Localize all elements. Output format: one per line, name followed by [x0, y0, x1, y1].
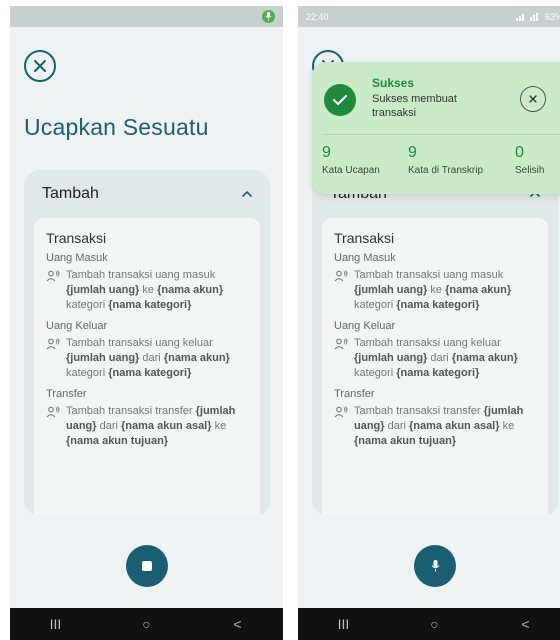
voice-command-example: Tambah transaksi transfer {jumlah uang} … [46, 404, 248, 449]
signal-icon [515, 12, 538, 21]
section-title: Transaksi [334, 230, 395, 246]
nav-home-button[interactable]: ○ [127, 616, 167, 632]
stat-label: Selisih [515, 165, 545, 176]
system-nav-bar: III ○ < [298, 608, 560, 640]
status-bar [10, 6, 283, 27]
command-list: Transaksi Uang Masuk Tambah transaksi uan… [34, 218, 260, 516]
nav-recents-button[interactable]: III [324, 616, 364, 632]
phone-screen-success: 22:40 63% Tambah Transaksi Uang MasukTam… [298, 6, 560, 640]
stat-value: 0 [515, 144, 524, 161]
command-group: Transfer Tambah transaksi transfer {jumla… [334, 388, 536, 449]
voice-command-text: Tambah transaksi uang keluar {jumlah uan… [354, 337, 518, 379]
command-group-label: Uang Keluar [46, 320, 108, 332]
voice-command-text: Tambah transaksi transfer {jumlah uang} … [354, 405, 524, 447]
system-nav-bar: III ○ < [10, 608, 283, 640]
command-group: Uang Masuk Tambah transaksi uang masuk {j… [46, 252, 248, 313]
page-title: Ucapkan Sesuatu [24, 114, 209, 140]
command-card: Tambah Transaksi Uang MasukTambah transa… [312, 170, 558, 516]
command-group-label: Uang Keluar [334, 320, 396, 332]
phone-screen-recording: Ucapkan Sesuatu Tambah Transaksi Uang Ma… [10, 6, 283, 640]
stat-transcript-words: 9 Kata di Transkrip [408, 144, 483, 176]
voice-command-example: Tambah transaksi uang keluar {jumlah uan… [46, 336, 248, 381]
stat-label: Kata di Transkrip [408, 165, 484, 176]
voice-command-example: Tambah transaksi uang masuk {jumlah uang… [46, 268, 248, 313]
stat-label: Kata Ucapan [322, 165, 380, 176]
mic-icon [431, 560, 439, 572]
voice-command-example: Tambah transaksi transfer {jumlah uang} … [334, 404, 536, 449]
voice-command-icon [334, 404, 348, 449]
voice-command-text: Tambah transaksi transfer {jumlah uang} … [66, 405, 236, 447]
close-icon [34, 60, 46, 72]
nav-back-button[interactable]: < [506, 616, 546, 632]
success-toast: Sukses Sukses membuat transaksi 9 Kata U… [312, 62, 560, 194]
command-group-label: Uang Masuk [334, 252, 396, 264]
voice-command-example: Tambah transaksi uang masuk {jumlah uang… [334, 268, 536, 313]
stat-difference: 0 Selisih [515, 144, 544, 176]
stop-recording-button[interactable] [126, 545, 168, 587]
toast-close-button[interactable] [520, 86, 546, 112]
battery-percent: 63% [544, 11, 560, 22]
voice-command-icon [46, 336, 60, 381]
command-group-label: Uang Masuk [46, 252, 108, 264]
start-recording-button[interactable] [414, 545, 456, 587]
stop-icon [142, 561, 152, 571]
nav-home-button[interactable]: ○ [415, 616, 455, 632]
command-group: Uang Masuk Tambah transaksi uang masuk {j… [334, 252, 536, 313]
stat-value: 9 [408, 144, 417, 161]
command-list: Transaksi Uang Masuk Tambah transaksi uan… [322, 218, 548, 516]
nav-recents-button[interactable]: III [36, 616, 76, 632]
voice-command-icon [46, 404, 60, 449]
toast-message: Sukses membuat transaksi [372, 93, 457, 119]
toast-divider [324, 134, 560, 135]
card-header-toggle[interactable]: Tambah [24, 170, 270, 218]
voice-command-text: Tambah transaksi uang masuk {jumlah uang… [354, 269, 512, 311]
voice-command-icon [334, 268, 348, 313]
section-title: Transaksi [46, 230, 107, 246]
voice-command-icon [334, 336, 348, 381]
stat-value: 9 [322, 144, 331, 161]
mic-active-icon [262, 10, 275, 23]
check-icon [324, 84, 356, 116]
voice-command-example: Tambah transaksi uang keluar {jumlah uan… [334, 336, 536, 381]
chevron-up-icon [242, 191, 252, 197]
nav-back-button[interactable]: < [218, 616, 258, 632]
close-button[interactable] [24, 50, 56, 82]
voice-command-icon [46, 268, 60, 313]
card-header-label: Tambah [42, 185, 99, 202]
status-icons: 63% [515, 11, 560, 22]
status-bar: 22:40 63% [298, 6, 560, 27]
status-time: 22:40 [306, 11, 329, 22]
voice-command-text: Tambah transaksi uang masuk {jumlah uang… [66, 269, 224, 311]
command-group: Uang Keluar Tambah transaksi uang keluar … [46, 320, 248, 381]
command-group: Uang Keluar Tambah transaksi uang keluar … [334, 320, 536, 381]
toast-title: Sukses [372, 76, 415, 90]
command-card: Tambah Transaksi Uang Masuk Tambah transa… [24, 170, 270, 516]
voice-command-text: Tambah transaksi uang keluar {jumlah uan… [66, 337, 230, 379]
stat-spoken-words: 9 Kata Ucapan [322, 144, 380, 176]
close-icon [529, 95, 537, 103]
command-group: Transfer Tambah transaksi transfer {jumla… [46, 388, 248, 449]
command-group-label: Transfer [334, 388, 375, 400]
command-group-label: Transfer [46, 388, 87, 400]
